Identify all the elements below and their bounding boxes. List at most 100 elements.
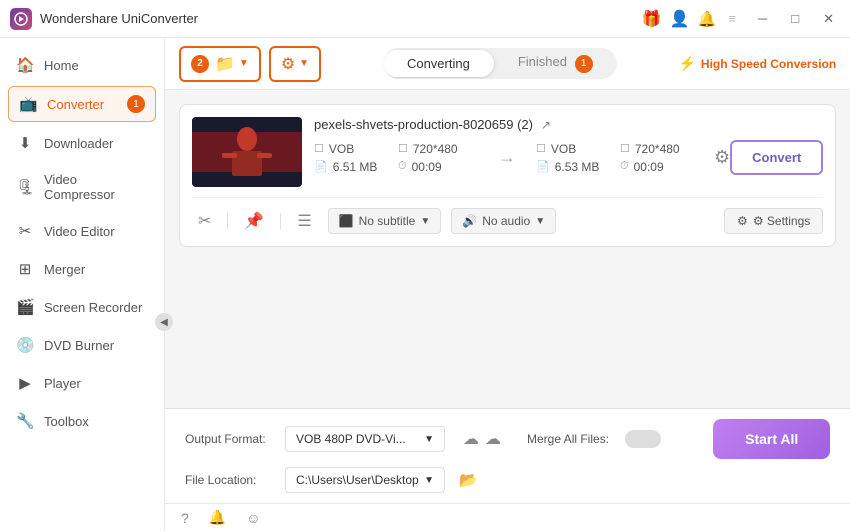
sidebar-label-recorder: Screen Recorder <box>44 300 142 315</box>
settings-icon: ⚙ <box>281 54 295 74</box>
list-button[interactable]: ☰ <box>291 209 317 233</box>
sidebar-collapse-btn[interactable]: ◀ <box>155 313 173 331</box>
output-meta-2: ☐ 720*480 ⏱ 00:09 <box>620 142 700 174</box>
output-format-select[interactable]: VOB 480P DVD-Vi... ▼ <box>285 426 445 452</box>
settings-dropdown-icon: ▼ <box>299 58 309 69</box>
finished-badge: 1 <box>575 55 593 73</box>
home-icon: 🏠 <box>16 56 34 74</box>
add-settings-button[interactable]: ⚙ ▼ <box>269 46 321 82</box>
input-meta-2: ☐ 720*480 ⏱ 00:09 <box>398 142 478 174</box>
file-info: pexels-shvets-production-8020659 (2) ↗ ☐… <box>314 117 823 175</box>
clip-button[interactable]: 📌 <box>238 209 270 233</box>
cut-button[interactable]: ✂ <box>192 209 217 233</box>
merge-label: Merge All Files: <box>527 432 609 446</box>
title-bar-left: Wondershare UniConverter <box>10 8 198 30</box>
file-name: pexels-shvets-production-8020659 (2) <box>314 117 533 132</box>
arrow-right-icon: → <box>498 147 516 168</box>
high-speed-conversion[interactable]: ⚡ High Speed Conversion <box>678 55 836 72</box>
finished-tab-label: Finished <box>518 54 567 69</box>
recorder-icon: 🎬 <box>16 298 34 316</box>
minimize-button[interactable]: ─ <box>752 9 773 28</box>
output-res-value: 720*480 <box>635 142 680 156</box>
close-button[interactable]: ✕ <box>817 9 840 29</box>
title-icons: 🎁 👤 🔔 ≡ <box>642 9 740 29</box>
start-all-button[interactable]: Start All <box>713 419 830 459</box>
file-location-label: File Location: <box>185 473 275 487</box>
toolbar-left: 2 📁 ▼ ⚙ ▼ <box>179 46 321 82</box>
res-icon: ☐ <box>398 142 408 155</box>
sidebar-item-screen-recorder[interactable]: 🎬 Screen Recorder <box>0 288 164 326</box>
location-dropdown-icon: ▼ <box>424 475 434 486</box>
sidebar-item-merger[interactable]: ⊞ Merger <box>0 250 164 288</box>
sidebar-label-player: Player <box>44 376 81 391</box>
toolbox-icon: 🔧 <box>16 412 34 430</box>
bell-icon[interactable]: 🔔 <box>698 10 717 28</box>
sidebar-label-merger: Merger <box>44 262 85 277</box>
sidebar-label-dvd: DVD Burner <box>44 338 114 353</box>
cloud-icons: ☁ ☁ <box>463 429 501 449</box>
input-format: ☐ VOB <box>314 142 394 156</box>
convert-button[interactable]: Convert <box>730 140 823 175</box>
profile-icon[interactable]: ☺ <box>246 510 260 526</box>
sidebar-item-player[interactable]: ▶ Player <box>0 364 164 402</box>
file-location-row: File Location: C:\Users\User\Desktop ▼ 📂 <box>185 467 830 493</box>
sidebar-item-converter[interactable]: 📺 Converter 1 <box>8 86 156 122</box>
file-location-select[interactable]: C:\Users\User\Desktop ▼ <box>285 467 445 493</box>
file-location-value: C:\Users\User\Desktop <box>296 473 419 487</box>
audio-select[interactable]: 🔊 No audio ▼ <box>451 208 556 234</box>
card-settings-btn[interactable]: ⚙ ⚙ Settings <box>724 208 823 234</box>
cloud-upload-icon[interactable]: ☁ <box>485 429 501 449</box>
notification-icon[interactable]: 🔔 <box>209 509 226 526</box>
maximize-button[interactable]: □ <box>785 9 805 28</box>
output-dur-value: 00:09 <box>634 160 664 174</box>
thumb-image <box>192 117 302 187</box>
output-settings-icon[interactable]: ⚙ <box>714 147 730 168</box>
add-files-button[interactable]: 2 📁 ▼ <box>179 46 261 82</box>
add-badge: 2 <box>191 55 209 73</box>
folder-browse-icon[interactable]: 📂 <box>459 471 478 489</box>
sidebar-item-dvd-burner[interactable]: 💿 DVD Burner <box>0 326 164 364</box>
gift-icon[interactable]: 🎁 <box>642 9 662 29</box>
editor-icon: ✂ <box>16 222 34 240</box>
file-thumbnail[interactable] <box>192 117 302 187</box>
high-speed-label: High Speed Conversion <box>701 57 836 71</box>
out-size-icon: 📄 <box>536 160 550 173</box>
sidebar-item-toolbox[interactable]: 🔧 Toolbox <box>0 402 164 440</box>
main-layout: 🏠 Home 📺 Converter 1 ⬇ Downloader 🗜 Vide… <box>0 38 850 531</box>
output-format-value: VOB 480P DVD-Vi... <box>296 432 406 446</box>
add-file-icon: 📁 <box>215 54 235 74</box>
title-bar-right: 🎁 👤 🔔 ≡ ─ □ ✕ <box>642 9 840 29</box>
file-area: pexels-shvets-production-8020659 (2) ↗ ☐… <box>165 90 850 408</box>
bottom-bar: Output Format: VOB 480P DVD-Vi... ▼ ☁ ☁ … <box>165 408 850 503</box>
merger-icon: ⊞ <box>16 260 34 278</box>
converting-tab[interactable]: Converting <box>383 50 494 77</box>
sidebar-item-home[interactable]: 🏠 Home <box>0 46 164 84</box>
subtitle-select[interactable]: ⬛ No subtitle ▼ <box>328 208 442 234</box>
input-resolution-value: 720*480 <box>413 142 458 156</box>
sidebar-item-downloader[interactable]: ⬇ Downloader <box>0 124 164 162</box>
user-icon[interactable]: 👤 <box>670 9 690 29</box>
output-format-val: VOB <box>551 142 576 156</box>
sidebar-label-downloader: Downloader <box>44 136 113 151</box>
sidebar-item-video-compressor[interactable]: 🗜 Video Compressor <box>0 162 164 212</box>
out-format-icon: ☐ <box>536 142 546 155</box>
subtitle-icon: ⬛ <box>339 214 354 228</box>
player-icon: ▶ <box>16 374 34 392</box>
output-meta: ☐ VOB 📄 6.53 MB <box>536 142 616 174</box>
sidebar-label-converter: Converter <box>47 97 104 112</box>
finished-tab[interactable]: Finished 1 <box>494 48 617 79</box>
cloud-icon[interactable]: ☁ <box>463 429 479 449</box>
divider-1 <box>227 213 228 229</box>
audio-wave-icon: 🔊 <box>462 214 477 228</box>
sidebar-item-video-editor[interactable]: ✂ Video Editor <box>0 212 164 250</box>
subtitle-label: No subtitle <box>359 214 416 228</box>
converter-icon: 📺 <box>19 95 37 113</box>
sidebar: 🏠 Home 📺 Converter 1 ⬇ Downloader 🗜 Vide… <box>0 38 165 531</box>
external-link-icon[interactable]: ↗ <box>541 118 551 132</box>
help-icon[interactable]: ? <box>181 510 189 526</box>
audio-dropdown-icon: ▼ <box>535 216 545 227</box>
merge-toggle[interactable] <box>625 430 661 448</box>
arrow-col: → <box>478 147 536 168</box>
divider-2 <box>280 213 281 229</box>
input-meta: ☐ VOB 📄 6.51 MB <box>314 142 394 174</box>
